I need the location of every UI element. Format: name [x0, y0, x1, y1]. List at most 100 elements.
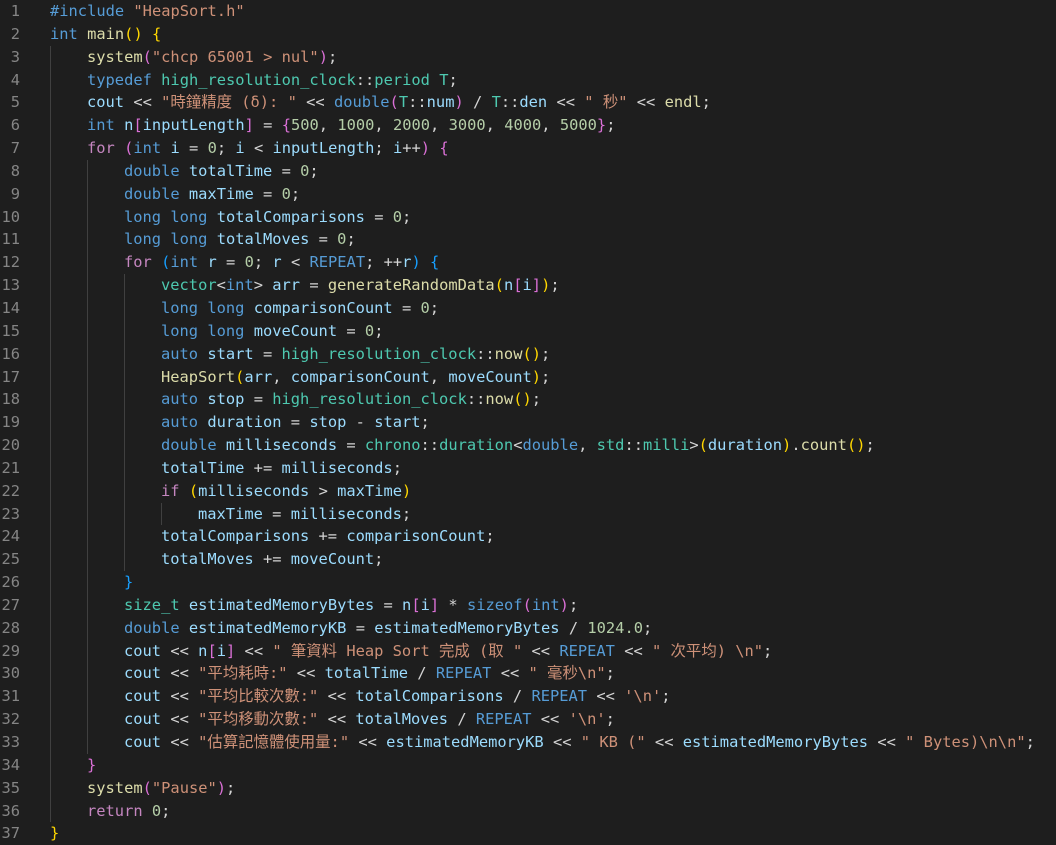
- code-line[interactable]: 37}: [0, 822, 1056, 845]
- code-token: {: [430, 253, 440, 272]
- code-line[interactable]: 25 totalMoves += moveCount;: [0, 548, 1056, 572]
- code-token: /: [503, 687, 532, 706]
- indent-guide: [50, 319, 51, 343]
- indent-guide: [87, 274, 88, 297]
- code-line[interactable]: 34}: [0, 753, 1056, 777]
- code-line[interactable]: 26}: [0, 571, 1056, 594]
- code-token: now: [494, 344, 523, 363]
- code-line[interactable]: 3 system("chcp 65001 > nul");: [0, 45, 1056, 69]
- code-token: n: [402, 595, 412, 614]
- code-line[interactable]: 12 for (int r = 0; r < REPEAT; ++r) {: [0, 251, 1056, 275]
- code-token: /: [448, 710, 476, 729]
- line-number: 26: [1, 573, 20, 592]
- code-line[interactable]: 2 int main() {: [0, 23, 1056, 46]
- line-number: 3: [10, 47, 20, 66]
- code-editor[interactable]: 1 #include "HeapSort.h" 2 int main() {3 syst…: [0, 0, 1056, 843]
- code-token: #include: [50, 2, 134, 20]
- code-token: int: [225, 276, 254, 295]
- line-number: 36: [1, 801, 20, 820]
- line-number: 23: [1, 504, 20, 523]
- code-token: =: [253, 116, 282, 135]
- code-token: }: [124, 573, 134, 592]
- code-token: "Pause": [151, 778, 217, 797]
- code-token: arr: [244, 367, 273, 386]
- code-token: 5000: [559, 116, 597, 135]
- code-text: long long totalComparisons = 0;: [124, 206, 411, 229]
- code-token: estimatedMemoryKB: [188, 618, 347, 637]
- indent-guide: [50, 137, 51, 160]
- code-token: cout: [124, 687, 162, 706]
- line-number: 35: [1, 778, 20, 797]
- code-token: n: [124, 116, 134, 135]
- code-token: ;: [661, 687, 671, 706]
- code-line[interactable]: 11 long long totalMoves = 0;: [0, 228, 1056, 252]
- code-token: ;: [541, 367, 551, 386]
- code-token: int: [531, 595, 560, 614]
- code-token: ;: [309, 161, 319, 180]
- code-token: <<: [587, 687, 625, 706]
- code-token: "估算記憶體使用量:": [198, 733, 350, 751]
- code-line[interactable]: 35 system("Pause");: [0, 776, 1056, 800]
- code-token: period: [374, 70, 430, 89]
- indent-guide: [87, 708, 88, 731]
- code-token: ;: [642, 618, 653, 637]
- code-token: stop: [309, 413, 347, 432]
- code-line[interactable]: 24 totalComparisons += comparisonCount;: [0, 525, 1056, 549]
- code-line[interactable]: 30 cout << "平均耗時:" << totalTime / REPEAT …: [0, 662, 1056, 686]
- code-token: duration: [207, 413, 282, 432]
- code-line[interactable]: 19 auto duration = stop - start;: [0, 411, 1056, 435]
- code-line[interactable]: 32 cout << "平均移動次數:" << totalMoves / REPE…: [0, 708, 1056, 731]
- code-line[interactable]: 1 #include "HeapSort.h": [0, 0, 1056, 23]
- code-line[interactable]: 21 totalTime += milliseconds;: [0, 456, 1056, 480]
- code-line[interactable]: 13 vector<int> arr = generateRandomData(n…: [0, 274, 1056, 297]
- code-token: i: [170, 139, 180, 158]
- code-token: ;: [253, 253, 273, 272]
- code-line[interactable]: 22 if (milliseconds > maxTime): [0, 479, 1056, 503]
- code-token: =: [300, 276, 328, 295]
- code-token: "平均移動次數:": [198, 710, 319, 729]
- code-token: cout: [124, 710, 162, 729]
- code-line[interactable]: 17 HeapSort(arr, comparisonCount, moveCou…: [0, 365, 1056, 389]
- code-token: 0: [364, 321, 375, 340]
- code-token: (): [124, 24, 143, 43]
- code-line[interactable]: 16 auto start = high_resolution_clock::no…: [0, 342, 1056, 366]
- code-text: double totalTime = 0;: [124, 160, 319, 183]
- code-line[interactable]: 29 cout << n[i] << " 筆資料 Heap Sort 完成 (取 …: [0, 639, 1056, 663]
- code-token: totalMoves: [216, 230, 310, 249]
- code-token: =: [392, 298, 421, 317]
- code-line[interactable]: 28 double estimatedMemoryKB = estimatedMe…: [0, 616, 1056, 640]
- code-token: ::: [355, 70, 375, 89]
- code-line[interactable]: 8 double totalTime = 0;: [0, 159, 1056, 183]
- code-token: for: [87, 139, 115, 158]
- code-line[interactable]: 31 cout << "平均比較次數:" << totalComparisons …: [0, 685, 1056, 709]
- code-token: =: [281, 413, 310, 432]
- indent-guide: [124, 296, 125, 320]
- code-token: estimatedMemoryBytes: [188, 595, 375, 614]
- code-line[interactable]: 20 double milliseconds = chrono::duration…: [0, 434, 1056, 457]
- code-line[interactable]: 18 auto stop = high_resolution_clock::now…: [0, 388, 1056, 412]
- code-line[interactable]: 36 return 0;: [0, 799, 1056, 823]
- code-line[interactable]: 27 size_t estimatedMemoryBytes = n[i] * s…: [0, 593, 1056, 617]
- code-token: totalComparisons: [216, 207, 365, 226]
- code-line[interactable]: 14 long long comparisonCount = 0;: [0, 296, 1056, 320]
- code-token: {: [281, 116, 291, 135]
- indent-guide: [87, 662, 88, 686]
- code-line[interactable]: 5 cout << "時鐘精度 (δ): " << double(T::num) …: [0, 91, 1056, 115]
- code-token: ::: [500, 93, 520, 112]
- code-token: estimatedMemoryBytes: [374, 618, 560, 637]
- code-line[interactable]: 6 int n[inputLength] = {500, 1000, 2000, …: [0, 114, 1056, 138]
- code-line[interactable]: 10 long long totalComparisons = 0;: [0, 205, 1056, 229]
- code-line[interactable]: 9 double maxTime = 0;: [0, 182, 1056, 206]
- line-number: 7: [10, 139, 20, 158]
- code-line[interactable]: 4 typedef high_resolution_clock::period T…: [0, 68, 1056, 92]
- code-line[interactable]: 33 cout << "估算記憶體使用量:" << estimatedMemory…: [0, 731, 1056, 754]
- code-line[interactable]: 23 maxTime = milliseconds;: [0, 502, 1056, 526]
- code-line[interactable]: 7 for (int i = 0; i < inputLength; i++) {: [0, 137, 1056, 160]
- code-line[interactable]: 15 long long moveCount = 0;: [0, 319, 1056, 343]
- code-text: long long totalMoves = 0;: [124, 228, 356, 251]
